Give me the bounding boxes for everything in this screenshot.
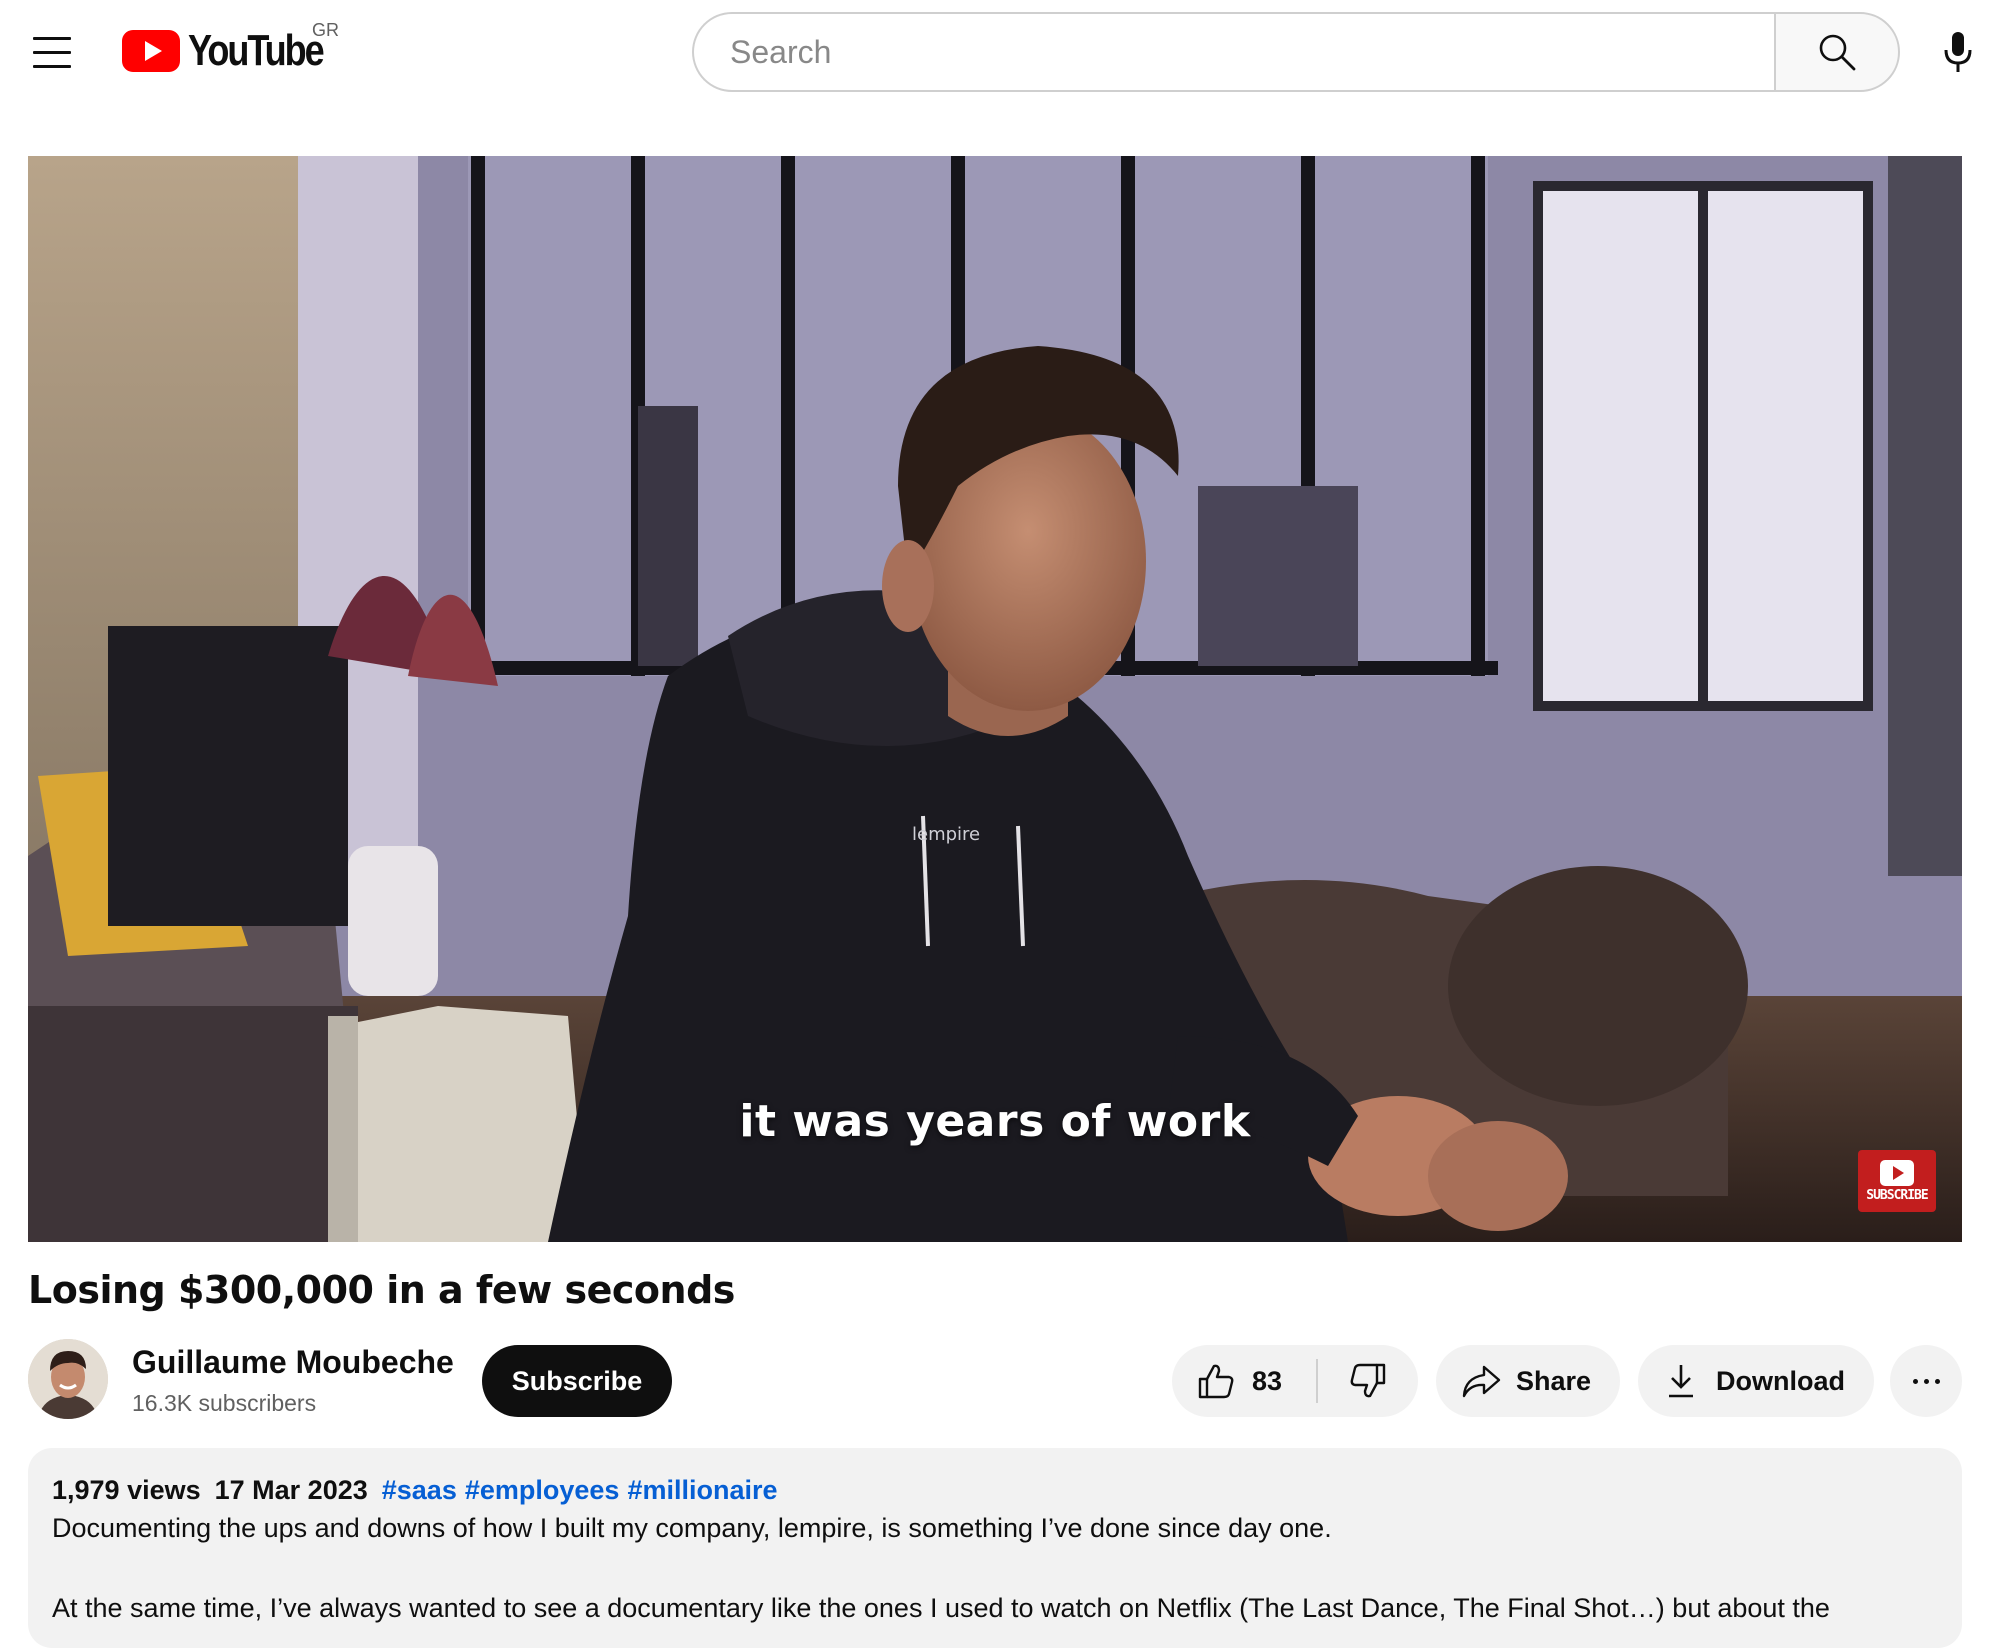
play-icon <box>1880 1159 1914 1186</box>
watermark-label: SUBSCRIBE <box>1866 1187 1928 1203</box>
description-paragraph-gap <box>52 1548 1938 1588</box>
thumbs-up-icon <box>1198 1364 1234 1399</box>
video-frame <box>28 156 1962 1242</box>
hashtag-link[interactable]: #employees <box>465 1475 620 1505</box>
youtube-play-logo-icon <box>122 30 180 72</box>
avatar-image <box>28 1339 108 1419</box>
youtube-wordmark: YouTube <box>188 26 325 75</box>
hashtag-link[interactable]: #saas <box>382 1475 457 1505</box>
description-text-line: At the same time, I’ve always wanted to … <box>52 1593 1830 1623</box>
download-label: Download <box>1716 1365 1845 1396</box>
share-label: Share <box>1516 1365 1592 1396</box>
search-input[interactable] <box>728 32 1774 72</box>
hashtag-link[interactable]: #millionaire <box>627 1475 777 1505</box>
thumbs-down-icon <box>1350 1363 1386 1398</box>
view-count: 1,979 views <box>52 1475 201 1505</box>
subscribe-watermark[interactable]: SUBSCRIBE <box>1858 1150 1936 1212</box>
subscribe-button[interactable]: Subscribe <box>482 1345 672 1417</box>
search-box[interactable] <box>692 12 1774 92</box>
more-horizontal-icon-dot <box>1923 1378 1929 1384</box>
like-dislike-group: 83 <box>1172 1345 1418 1417</box>
description-meta: 1,979 views 17 Mar 2023 #saas #employees #mi… <box>52 1472 1938 1508</box>
hamburger-icon[interactable] <box>22 22 82 82</box>
microphone-icon <box>1944 32 1972 72</box>
channel-name[interactable]: Guillaume Moubeche <box>132 1344 454 1381</box>
download-button[interactable]: Download <box>1638 1345 1874 1417</box>
masthead: YouTube GR <box>0 0 1990 104</box>
description-box[interactable]: 1,979 views 17 Mar 2023 #saas #employees #mi… <box>28 1448 1962 1648</box>
dislike-button[interactable] <box>1318 1345 1418 1417</box>
like-button[interactable]: 83 <box>1172 1345 1316 1417</box>
description-text-line: Documenting the ups and downs of how I b… <box>52 1513 1332 1543</box>
voice-search-button[interactable] <box>1930 24 1986 80</box>
video-player[interactable]: lempire it was years of work SUBSCRIBE <box>28 156 1962 1242</box>
like-count: 83 <box>1252 1365 1283 1396</box>
download-icon <box>1669 1365 1693 1398</box>
more-horizontal-icon-dot <box>1934 1378 1940 1384</box>
channel-avatar[interactable] <box>28 1339 108 1419</box>
hoodie-print: lempire <box>912 824 981 845</box>
search-icon <box>1819 34 1856 71</box>
video-title: Losing $300,000 in a few seconds <box>28 1268 735 1312</box>
upload-date: 17 Mar 2023 <box>214 1475 368 1505</box>
country-code: GR <box>312 20 339 40</box>
more-horizontal-icon-dot <box>1912 1378 1918 1384</box>
share-arrow-icon <box>1462 1365 1501 1398</box>
video-caption: it was years of work <box>739 1096 1251 1147</box>
search-button[interactable] <box>1774 12 1900 92</box>
subscriber-count: 16.3K subscribers <box>132 1390 317 1416</box>
more-actions-button[interactable] <box>1890 1345 1962 1417</box>
share-button[interactable]: Share <box>1436 1345 1620 1417</box>
